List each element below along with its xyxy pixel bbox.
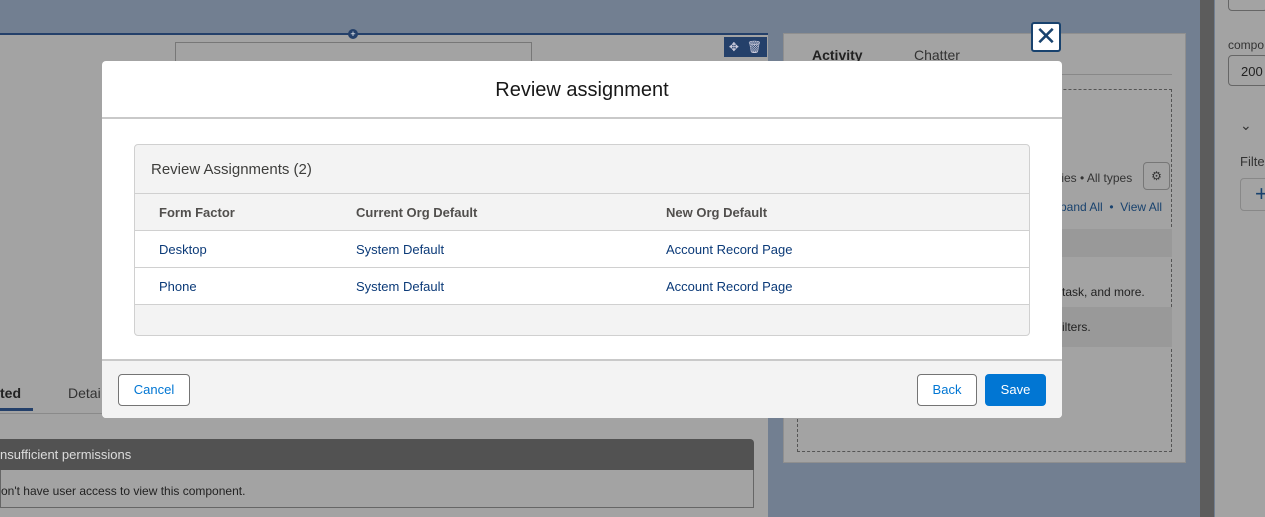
table-row: Desktop System Default Account Record Pa… [135,231,1029,268]
component-label: compo [1228,38,1265,52]
view-all-link[interactable]: View All [1120,200,1162,214]
cell-new-default: Account Record Page [666,278,793,294]
activity-section [1062,229,1172,257]
bullet: • [1109,200,1114,214]
cell-new-default: Account Record Page [666,241,793,257]
cancel-button[interactable]: Cancel [118,374,190,406]
activity-links: pand All • View All [1060,200,1162,214]
review-assignment-modal: Review assignment Review Assignments (2)… [102,61,1062,418]
column-header: Current Org Default [356,204,478,220]
trash-icon[interactable]: 🗑 [747,40,762,54]
column-header: Form Factor [159,204,235,220]
component-toolbar: ✥ 🗑 [724,37,767,57]
cell-current-default: System Default [356,241,445,257]
cell-current-default: System Default [356,278,445,294]
back-button[interactable]: Back [917,374,977,406]
activity-filter-text: ties • All types [1058,171,1133,185]
gear-icon[interactable]: ⚙ [1143,162,1170,190]
modal-title: Review assignment [102,61,1062,119]
column-header: New Org Default [666,204,768,220]
tab-details[interactable]: Detai [68,385,101,401]
filter-label: Filte [1240,154,1265,169]
property-input[interactable] [1228,0,1265,11]
activity-empty-text: task, and more. [1062,285,1145,299]
cell-form-factor: Phone [159,278,197,294]
permission-error-header: nsufficient permissions [0,439,754,470]
cell-form-factor: Desktop [159,241,207,257]
table-header-row: Form Factor Current Org Default New Org … [135,194,1029,231]
active-tab-indicator [0,408,33,411]
permission-error-message: on't have user access to view this compo… [0,470,754,508]
drop-line [0,33,768,35]
tab-related[interactable]: ted [0,385,21,401]
expand-all-link[interactable]: pand All [1060,200,1103,214]
number-input[interactable]: 200 [1228,55,1265,86]
table-row: Phone System Default Account Record Page [135,268,1029,305]
activity-filters-text: ilters. [1062,320,1091,334]
panel-divider [1200,0,1214,517]
add-filter-button[interactable]: + [1240,178,1265,211]
modal-footer: Cancel Back Save [102,359,1062,418]
chevron-down-icon[interactable]: ⌄ [1240,117,1252,134]
review-assignments-table: Review Assignments (2) Form Factor Curre… [134,144,1030,336]
table-title: Review Assignments (2) [135,145,1029,194]
close-icon[interactable]: ✕ [1031,22,1061,52]
add-component-icon[interactable]: + [348,29,358,39]
save-button[interactable]: Save [985,374,1046,406]
move-icon[interactable]: ✥ [729,40,739,54]
